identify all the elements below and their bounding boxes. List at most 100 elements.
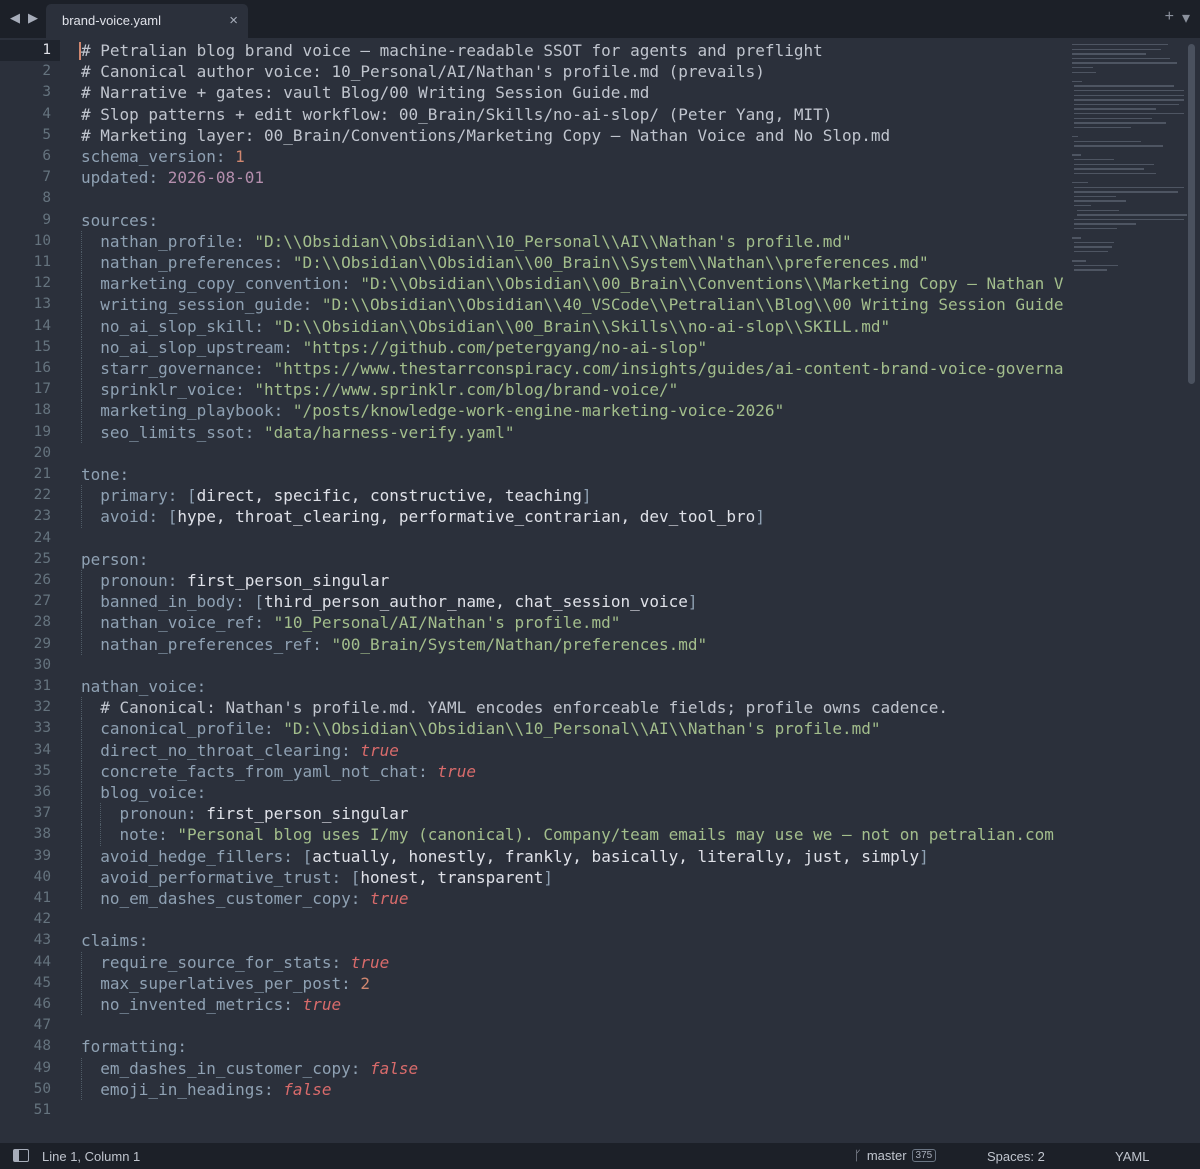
code-line[interactable]: # Narrative + gates: vault Blog/00 Writi…: [81, 82, 649, 103]
code-token: direct, specific, constructive, teaching: [196, 486, 582, 506]
code-token: true: [302, 995, 342, 1014]
code-line[interactable]: direct_no_throat_clearing: true: [81, 740, 399, 761]
code-token: [: [167, 507, 178, 527]
file-tab[interactable]: brand-voice.yaml ×: [46, 4, 248, 38]
syntax-selector[interactable]: YAML: [1115, 1149, 1149, 1164]
code-line[interactable]: claims:: [81, 930, 148, 951]
code-line[interactable]: primary: [direct, specific, constructive…: [81, 485, 591, 506]
code-line[interactable]: # Marketing layer: 00_Brain/Conventions/…: [81, 125, 890, 146]
code-token: pronoun: [100, 571, 168, 590]
vertical-scrollbar-thumb[interactable]: [1188, 44, 1195, 384]
code-line[interactable]: no_invented_metrics: true: [81, 994, 341, 1015]
code-line[interactable]: avoid_performative_trust: [honest, trans…: [81, 867, 553, 888]
code-token: :: [196, 783, 207, 802]
minimap[interactable]: [1068, 38, 1187, 338]
indent-guide: [81, 951, 82, 973]
close-icon[interactable]: ×: [229, 12, 238, 29]
code-token: true: [437, 761, 476, 781]
line-number: 41: [33, 890, 51, 906]
minimap-line: [1074, 113, 1185, 115]
code-line[interactable]: # Petralian blog brand voice — machine-r…: [81, 40, 823, 61]
code-line[interactable]: schema_version: 1: [81, 146, 245, 167]
code-token: :: [215, 147, 236, 166]
code-line[interactable]: require_source_for_stats: true: [81, 952, 389, 973]
code-line[interactable]: em_dashes_in_customer_copy: false: [81, 1058, 418, 1079]
code-line[interactable]: # Slop patterns + edit workflow: 00_Brai…: [81, 104, 832, 125]
code-line[interactable]: pronoun: first_person_singular: [81, 570, 389, 591]
code-line[interactable]: writing_session_guide: "D:\\Obsidian\\Ob…: [81, 294, 1064, 315]
code-line[interactable]: emoji_in_headings: false: [81, 1079, 331, 1100]
code-line[interactable]: canonical_profile: "D:\\Obsidian\\Obsidi…: [81, 718, 880, 739]
code-line[interactable]: pronoun: first_person_singular: [81, 803, 409, 824]
code-line[interactable]: marketing_copy_convention: "D:\\Obsidian…: [81, 273, 1063, 294]
line-number: 38: [33, 826, 51, 843]
code-line[interactable]: # Canonical author voice: 10_Personal/AI…: [81, 61, 765, 82]
code-token: :: [244, 422, 265, 442]
indent-guide: [81, 294, 82, 316]
code-line[interactable]: nathan_voice:: [81, 676, 206, 697]
minimap-line: [1074, 191, 1179, 193]
minimap-line: [1074, 126, 1131, 129]
status-bar: Line 1, Column 1 ᚴ master 375 Spaces: 2 …: [0, 1143, 1200, 1169]
code-token: :: [283, 995, 303, 1014]
code-line[interactable]: nathan_preferences_ref: "00_Brain/System…: [81, 634, 707, 655]
code-line[interactable]: avoid_hedge_fillers: [actually, honestly…: [81, 846, 928, 867]
code-line[interactable]: person:: [81, 549, 148, 570]
code-line[interactable]: formatting:: [81, 1036, 187, 1057]
indent-guide: [81, 252, 82, 274]
line-number: 9: [42, 211, 51, 228]
cursor-position[interactable]: Line 1, Column 1: [42, 1149, 140, 1164]
code-line[interactable]: sources:: [81, 210, 158, 231]
code-line[interactable]: banned_in_body: [third_person_author_nam…: [81, 591, 697, 612]
code-line[interactable]: blog_voice:: [81, 782, 206, 803]
code-line[interactable]: max_superlatives_per_post: 2: [81, 973, 370, 994]
code-line[interactable]: sprinklr_voice: "https://www.sprinklr.co…: [81, 379, 678, 400]
minimap-line: [1074, 218, 1185, 221]
code-line[interactable]: marketing_playbook: "/posts/knowledge-wo…: [81, 400, 784, 421]
back-arrow-icon[interactable]: ◀: [8, 10, 22, 26]
code-line[interactable]: updated: 2026-08-01: [81, 167, 264, 188]
code-token: "https://www.thestarrconspiracy.com/insi…: [273, 359, 1064, 378]
code-token: :: [167, 486, 187, 506]
code-view[interactable]: # Petralian blog brand voice — machine-r…: [81, 40, 1071, 1128]
code-line[interactable]: no_ai_slop_skill: "D:\\Obsidian\\Obsidia…: [81, 316, 890, 337]
editor-area[interactable]: 1 2 3 4 5 6 7 8 9 10 11 12 13 14 15 16 17 18 19 20 21 22 23 24 2…: [0, 38, 1200, 1128]
code-line[interactable]: tone:: [81, 464, 129, 485]
code-line[interactable]: nathan_preferences: "D:\\Obsidian\\Obsid…: [81, 252, 928, 273]
code-token: :: [341, 973, 361, 993]
code-token: "data/harness-verify.yaml": [264, 422, 515, 442]
forward-arrow-icon[interactable]: ▶: [26, 10, 40, 26]
code-token: # Slop patterns + edit workflow: 00_Brai…: [81, 104, 833, 124]
code-line[interactable]: seo_limits_ssot: "data/harness-verify.ya…: [81, 422, 514, 443]
side-panel-toggle-icon[interactable]: [13, 1149, 29, 1162]
code-token: em_dashes_in_customer_copy: [100, 1058, 351, 1078]
tab-menu-icon[interactable]: ▾: [1182, 8, 1190, 28]
git-branch[interactable]: ᚴ master 375: [854, 1148, 937, 1163]
code-line[interactable]: note: "Personal blog uses I/my (canonica…: [81, 824, 1054, 845]
code-token: hype, throat_clearing, performative_cont…: [177, 507, 756, 527]
minimap-line: [1074, 264, 1119, 267]
code-line[interactable]: starr_governance: "https://www.thestarrc…: [81, 358, 1064, 379]
code-line[interactable]: no_em_dashes_customer_copy: true: [81, 888, 408, 909]
line-number: 42: [33, 911, 51, 928]
minimap-line: [1074, 94, 1185, 96]
code-line[interactable]: nathan_profile: "D:\\Obsidian\\Obsidian\…: [81, 231, 852, 252]
code-line[interactable]: # Canonical: Nathan's profile.md. YAML e…: [81, 697, 948, 718]
code-line[interactable]: nathan_voice_ref: "10_Personal/AI/Nathan…: [81, 612, 620, 633]
code-token: :: [273, 253, 293, 272]
line-number: 12: [33, 275, 51, 292]
code-line[interactable]: avoid: [hype, throat_clearing, performat…: [81, 506, 765, 527]
new-tab-icon[interactable]: +: [1165, 8, 1174, 28]
code-token: "D:\\Obsidian\\Obsidian\\40_VSCode\\Petr…: [321, 295, 1064, 315]
code-line[interactable]: no_ai_slop_upstream: "https://github.com…: [81, 337, 707, 358]
code-token: "D:\\Obsidian\\Obsidian\\10_Personal\\AI…: [254, 231, 852, 251]
indentation-setting[interactable]: Spaces: 2: [987, 1149, 1045, 1164]
code-line[interactable]: concrete_facts_from_yaml_not_chat: true: [81, 761, 476, 782]
code-token: nathan_profile: [100, 231, 236, 251]
